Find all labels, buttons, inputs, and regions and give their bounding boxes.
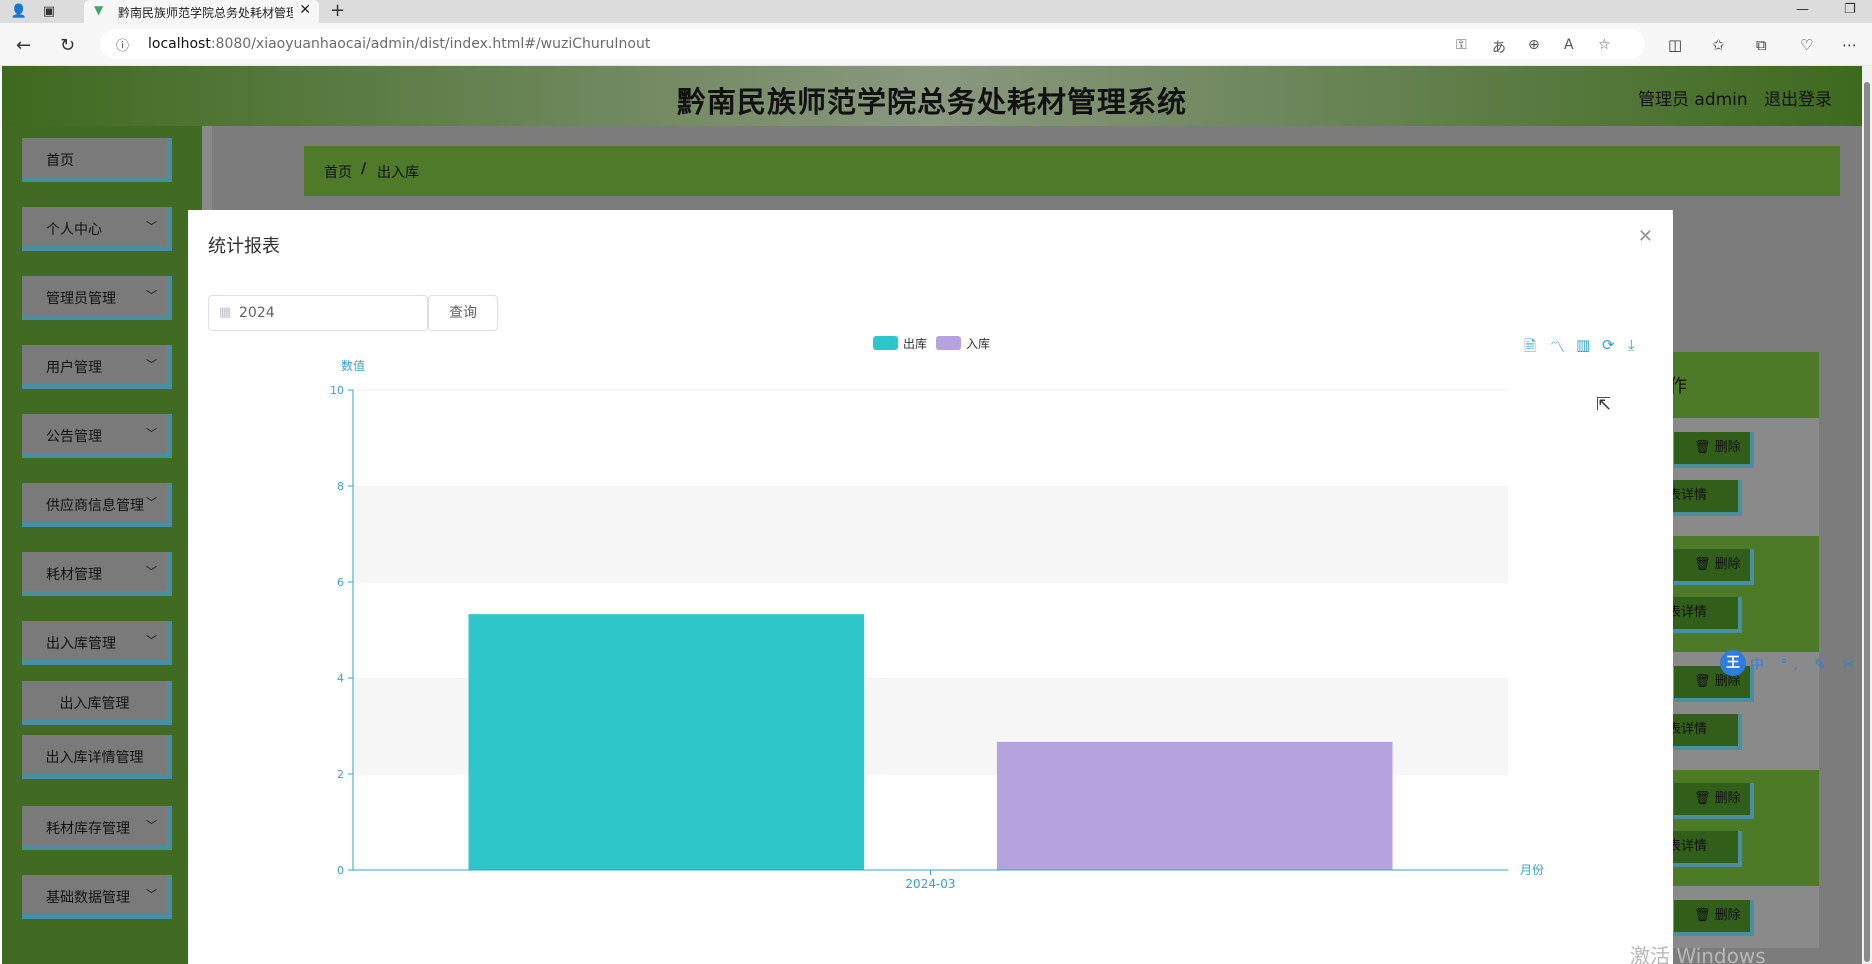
trash-icon: 🗑 xyxy=(1694,908,1715,923)
trash-icon: 🗑 xyxy=(1694,557,1715,572)
tab-actions-icon[interactable]: ▣ xyxy=(40,3,58,21)
chevron-down-icon: ﹀ xyxy=(146,220,157,233)
favorites-icon[interactable]: ✩ xyxy=(1712,36,1725,54)
delete-button[interactable]: 🗑 删除 xyxy=(1674,900,1754,936)
grid-band xyxy=(353,390,1508,486)
sidebar-item-personal[interactable]: 个人中心 ﹀ xyxy=(22,207,172,251)
delete-button[interactable]: 🗑 删除 xyxy=(1674,432,1754,468)
y-tick-label: 8 xyxy=(337,480,344,493)
page-scrollbar[interactable] xyxy=(1862,66,1872,964)
bar-in xyxy=(996,741,1393,870)
site-info-icon[interactable]: ⓘ xyxy=(116,35,129,54)
detail-button[interactable]: 表详情 xyxy=(1662,831,1742,867)
back-icon[interactable]: ← xyxy=(16,35,31,56)
split-screen-icon[interactable]: ◫ xyxy=(1668,36,1682,54)
detail-button[interactable]: 表详情 xyxy=(1662,480,1742,516)
ime-controls[interactable]: 中 °, ✎ ✂ ⌨ xyxy=(1750,654,1872,674)
y-tick-label: 0 xyxy=(337,864,344,877)
trash-icon: 🗑 xyxy=(1694,440,1715,455)
chevron-down-icon: ﹀ xyxy=(146,888,157,901)
sidebar-item-home[interactable]: 首页 xyxy=(22,138,172,182)
detail-button[interactable]: 表详情 xyxy=(1662,597,1742,633)
sidebar-subitem-inout-detail[interactable]: 出入库详情管理 xyxy=(22,735,172,779)
chevron-down-icon: ﹀ xyxy=(146,634,157,647)
restore-icon[interactable]: ❐ xyxy=(1844,2,1856,17)
profile-icon[interactable]: 👤 xyxy=(10,3,28,21)
read-aloud-icon[interactable]: A xyxy=(1564,37,1574,53)
chevron-down-icon: ﹀ xyxy=(146,819,157,832)
sidebar-item-suppliers[interactable]: 供应商信息管理 ﹀ xyxy=(22,483,172,527)
trash-icon: 🗑 xyxy=(1694,674,1715,689)
x-tick-label: 2024-03 xyxy=(905,877,955,891)
y-tick-label: 2 xyxy=(337,768,344,781)
breadcrumb-home[interactable]: 首页 xyxy=(324,162,352,182)
chevron-down-icon: ﹀ xyxy=(146,358,157,371)
chevron-down-icon: ﹀ xyxy=(146,565,157,578)
x-axis-label: 月份 xyxy=(1520,863,1544,877)
url-text: localhost:8080/xiaoyuanhaocai/admin/dist… xyxy=(148,36,651,52)
bar-chart: 0 2 4 6 8 10 2024-03 数值月份 xyxy=(330,358,1544,891)
password-key-icon[interactable]: ⚿ xyxy=(1456,37,1467,53)
breadcrumb-separator: / xyxy=(361,161,367,177)
sidebar-item-base-data[interactable]: 基础数据管理 ﹀ xyxy=(22,875,172,919)
chevron-down-icon: ﹀ xyxy=(146,427,157,440)
y-axis-label: 数值 xyxy=(341,358,365,373)
browser-tab[interactable]: ▼ 黔南民族师范学院总务处耗材管理系统 ✕ xyxy=(84,0,319,23)
browser-health-icon[interactable]: ♡ xyxy=(1800,36,1813,54)
current-user: 管理员 admin xyxy=(1638,90,1748,110)
mouse-cursor-icon: ⇱ xyxy=(1596,394,1612,415)
new-tab-icon[interactable]: + xyxy=(330,0,345,21)
sidebar-item-admins[interactable]: 管理员管理 ﹀ xyxy=(22,276,172,320)
y-tick-label: 4 xyxy=(337,672,344,685)
url-field[interactable]: ⓘ localhost:8080/xiaoyuanhaocai/admin/di… xyxy=(100,29,1645,59)
sidebar-item-materials[interactable]: 耗材管理 ﹀ xyxy=(22,552,172,596)
sidebar: 首页 个人中心 ﹀ 管理员管理 ﹀ 用户管理 ﹀ 公告管理 ﹀ 供应商信息管理 ﹀ 耗材管… xyxy=(2,126,202,964)
y-tick-label: 10 xyxy=(330,384,344,397)
logout-button[interactable]: 退出登录 xyxy=(1764,85,1832,110)
collections-icon[interactable]: ⧉ xyxy=(1756,36,1767,54)
minimize-icon[interactable]: — xyxy=(1796,2,1809,17)
y-tick-label: 6 xyxy=(337,576,344,589)
chevron-down-icon: ﹀ xyxy=(146,496,157,509)
browser-tab-title: 黔南民族师范学院总务处耗材管理系统 xyxy=(118,6,293,20)
statistics-dialog: 统计报表 ✕ ▦ 2024 查询 出库 入库 🗎 〽 ▥ ⟳ ⤓ 0 2 4 6 8 10… xyxy=(188,210,1673,964)
translate-icon[interactable]: あ xyxy=(1492,37,1506,57)
system-title: 黔南民族师范学院总务处耗材管理系统 xyxy=(676,85,1187,119)
browser-address-bar: ← ↻ ⓘ localhost:8080/xiaoyuanhaocai/admi… xyxy=(0,23,1872,66)
breadcrumb: 首页 / 出入库 xyxy=(304,146,1840,196)
bar-out xyxy=(468,614,865,870)
sidebar-item-users[interactable]: 用户管理 ﹀ xyxy=(22,345,172,389)
browser-tab-bar: 👤 ▣ ▼ 黔南民族师范学院总务处耗材管理系统 ✕ + — ❐ xyxy=(0,0,1872,23)
sidebar-subitem-inout[interactable]: 出入库管理 xyxy=(22,681,172,725)
close-tab-icon[interactable]: ✕ xyxy=(299,2,311,18)
ime-logo: 王 xyxy=(1720,650,1746,676)
breadcrumb-current: 出入库 xyxy=(377,165,419,181)
zoom-icon[interactable]: ⊕ xyxy=(1528,37,1540,53)
chevron-down-icon: ﹀ xyxy=(146,289,157,302)
reload-icon[interactable]: ↻ xyxy=(60,35,75,56)
ime-toolbar[interactable]: 王 中 °, ✎ ✂ ⌨ xyxy=(1720,650,1872,678)
favorite-star-icon[interactable]: ☆ xyxy=(1598,37,1611,53)
sidebar-item-notices[interactable]: 公告管理 ﹀ xyxy=(22,414,172,458)
detail-button[interactable]: 表详情 xyxy=(1662,714,1742,750)
grid-band xyxy=(353,486,1508,582)
app-header: 黔南民族师范学院总务处耗材管理系统 管理员 admin 退出登录 xyxy=(2,66,1862,126)
delete-button[interactable]: 🗑 删除 xyxy=(1674,549,1754,585)
delete-button[interactable]: 🗑 删除 xyxy=(1674,783,1754,819)
windows-activation-watermark: 激活 Windows xyxy=(1630,944,1766,964)
trash-icon: 🗑 xyxy=(1694,791,1715,806)
vue-favicon-icon: ▼ xyxy=(94,3,104,17)
sidebar-item-inout[interactable]: 出入库管理 ﹀ xyxy=(22,621,172,665)
more-menu-icon[interactable]: ⋯ xyxy=(1842,36,1857,54)
sidebar-item-stock[interactable]: 耗材库存管理 ﹀ xyxy=(22,806,172,850)
scrollbar-thumb[interactable] xyxy=(1864,82,1870,962)
